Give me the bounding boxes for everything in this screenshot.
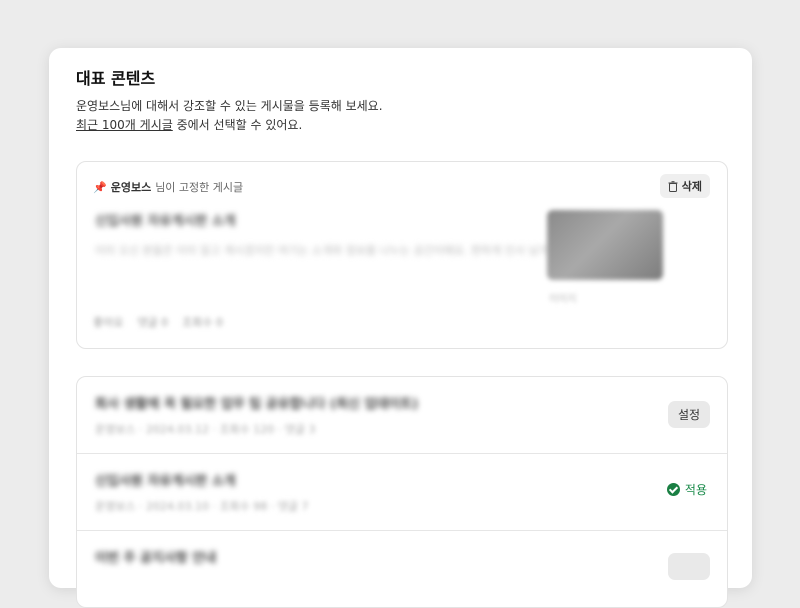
list-item-title: 신입사원 자유게시판 소개 — [95, 474, 236, 489]
check-circle-icon — [666, 483, 680, 496]
applied-label: 적용 — [684, 483, 707, 497]
list-item[interactable]: 회사 생활에 꼭 필요한 업무 팁 공유합니다 (최신 업데이트) 운영보스 ·… — [77, 377, 727, 454]
list-item-title: 회사 생활에 꼭 필요한 업무 팁 공유합니다 (최신 업데이트) — [95, 397, 419, 412]
pinned-label: 📌 운영보스 님이 고정한 게시글 — [93, 179, 243, 195]
pinned-post-thumbnail — [547, 210, 663, 280]
pinned-post-body: 이미 오신 분들은 이미 알고 계시겠지만 여기는 소개와 정보를 나누는 공간… — [95, 244, 591, 257]
list-item[interactable]: 이번 주 공지사항 안내 — [77, 531, 727, 607]
description-line-2: 최근 100개 게시글 중에서 선택할 수 있어요. — [76, 116, 383, 135]
post-list: 회사 생활에 꼭 필요한 업무 팁 공유합니다 (최신 업데이트) 운영보스 ·… — [76, 376, 728, 608]
thumbnail-caption: 이미지 — [549, 294, 577, 305]
delete-button[interactable]: 삭제 — [659, 174, 710, 198]
set-button[interactable] — [668, 553, 710, 580]
view-count: 조회수 0 — [182, 316, 223, 329]
pin-icon: 📌 — [93, 180, 107, 194]
pinned-post-title[interactable]: 신입사원 자유게시판 소개 — [95, 210, 236, 229]
representative-content-panel: 대표 콘텐츠 운영보스님에 대해서 강조할 수 있는 게시물을 등록해 보세요.… — [49, 48, 752, 608]
description: 운영보스님에 대해서 강조할 수 있는 게시물을 등록해 보세요. 최근 100… — [76, 97, 383, 135]
like-count: 좋아요 — [93, 316, 124, 329]
pinned-label-suffix: 님이 고정한 게시글 — [155, 181, 244, 194]
pinned-author: 운영보스 — [110, 181, 152, 194]
list-item-meta: 운영보스 · 2024.03.10 · 조회수 98 · 댓글 7 — [95, 500, 309, 513]
set-button[interactable]: 설정 — [668, 401, 710, 428]
description-line-2-text: 중에서 선택할 수 있어요. — [172, 118, 303, 132]
description-line-1: 운영보스님에 대해서 강조할 수 있는 게시물을 등록해 보세요. — [76, 99, 383, 113]
delete-label: 삭제 — [681, 180, 702, 193]
recent-posts-link[interactable]: 최근 100개 게시글 — [76, 118, 173, 132]
pinned-post-card: 📌 운영보스 님이 고정한 게시글 삭제 신입사원 자유게시판 소개 이미 오신 … — [76, 161, 728, 349]
pinned-post-meta: 좋아요 댓글 0 조회수 0 — [93, 314, 223, 330]
comment-count: 댓글 0 — [137, 316, 169, 329]
list-item-meta: 운영보스 · 2024.03.12 · 조회수 120 · 댓글 3 — [95, 423, 316, 436]
list-item[interactable]: 신입사원 자유게시판 소개 운영보스 · 2024.03.10 · 조회수 98… — [77, 454, 727, 531]
page-title: 대표 콘텐츠 — [76, 69, 156, 88]
trash-icon — [668, 180, 678, 192]
applied-status[interactable]: 적용 — [666, 481, 707, 498]
